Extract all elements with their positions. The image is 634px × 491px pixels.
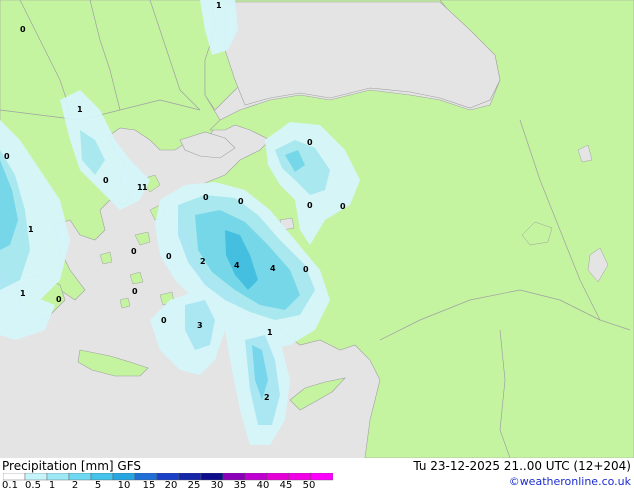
legend-swatch bbox=[3, 473, 26, 481]
legend-swatch bbox=[200, 473, 224, 481]
map-label: 1 bbox=[216, 1, 222, 10]
product-name: Precipitation [mm] bbox=[2, 459, 114, 473]
legend-swatch bbox=[244, 473, 268, 481]
map-label: 0 bbox=[103, 176, 109, 185]
map-label: 1 bbox=[28, 225, 34, 234]
legend-tick-label: 25 bbox=[187, 480, 201, 491]
legend-swatch bbox=[288, 473, 312, 481]
map-label: 0 bbox=[340, 202, 346, 211]
legend-tick-label: 5 bbox=[94, 480, 102, 491]
map-label: 0 bbox=[303, 265, 309, 274]
legend-tick-label: 2 bbox=[71, 480, 79, 491]
map-label: 1 bbox=[267, 328, 273, 337]
map-label: 0 bbox=[56, 295, 62, 304]
map-label: 2 bbox=[264, 393, 270, 402]
model-name: GFS bbox=[117, 459, 141, 473]
legend-swatch bbox=[178, 473, 202, 481]
legend-swatch bbox=[46, 473, 70, 481]
map-label: 1 bbox=[142, 183, 148, 192]
map-label: 0 bbox=[203, 193, 209, 202]
map-label: 0 bbox=[166, 252, 172, 261]
map-label: 1 bbox=[20, 289, 26, 298]
legend-swatch bbox=[310, 473, 333, 481]
product-title: Precipitation [mm] GFS bbox=[2, 459, 141, 473]
legend-swatch bbox=[222, 473, 246, 481]
map-label: 2 bbox=[200, 257, 206, 266]
legend-swatch bbox=[90, 473, 114, 481]
legend-tick-label: 35 bbox=[233, 480, 247, 491]
precipitation-map: 0 1 0 1 0 1 0 1 0 0 0 0 0 2 4 4 0 1 0 0 … bbox=[0, 0, 634, 458]
map-footer: Precipitation [mm] GFS Tu 23-12-2025 21.… bbox=[0, 458, 634, 491]
legend-tick-label: 20 bbox=[164, 480, 178, 491]
legend-swatch bbox=[112, 473, 136, 481]
legend-swatch bbox=[24, 473, 48, 481]
legend-tick-label: 15 bbox=[142, 480, 156, 491]
run-time: Tu 23-12-2025 21..00 UTC (12+204) bbox=[413, 459, 631, 473]
map-label: 0 bbox=[131, 247, 137, 256]
legend-tick-label: 40 bbox=[256, 480, 270, 491]
map-label: 0 bbox=[307, 201, 313, 210]
legend-tick-label: 1 bbox=[48, 480, 56, 491]
legend-swatch bbox=[156, 473, 180, 481]
legend-tick-label: 10 bbox=[117, 480, 131, 491]
legend-tick-label: 50 bbox=[302, 480, 316, 491]
map-label: 0 bbox=[20, 25, 26, 34]
legend-swatch bbox=[68, 473, 92, 481]
legend-tick-label: 45 bbox=[279, 480, 293, 491]
map-label: 0 bbox=[307, 138, 313, 147]
legend-swatch bbox=[134, 473, 158, 481]
map-label: 3 bbox=[197, 321, 203, 330]
map-label: 0 bbox=[4, 152, 10, 161]
map-label: 0 bbox=[238, 197, 244, 206]
map-label: 4 bbox=[270, 264, 276, 273]
legend-swatch bbox=[266, 473, 290, 481]
legend-tick-label: 0.1 bbox=[2, 480, 18, 491]
map-label: 0 bbox=[132, 287, 138, 296]
credit-link[interactable]: ©weatheronline.co.uk bbox=[509, 475, 631, 488]
map-label: 4 bbox=[234, 261, 240, 270]
legend-tick-label: 30 bbox=[210, 480, 224, 491]
legend-tick-label: 0.5 bbox=[25, 480, 41, 491]
map-label: 0 bbox=[161, 316, 167, 325]
map-label: 1 bbox=[77, 105, 83, 114]
